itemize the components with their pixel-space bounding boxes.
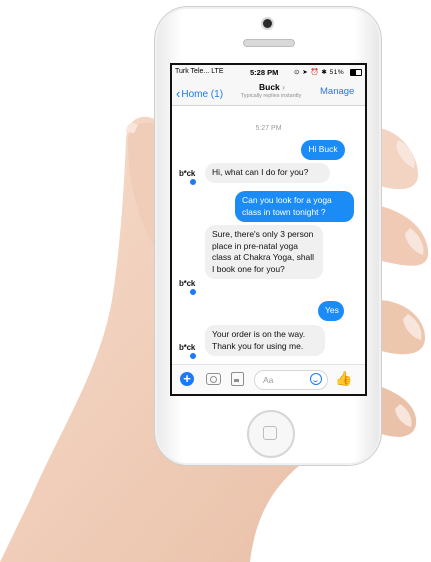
battery-icon: [350, 69, 362, 76]
bot-avatar[interactable]: b*ck: [179, 169, 197, 186]
messenger-badge-icon: [189, 288, 197, 296]
contact-status: Typically replies instantly: [240, 93, 302, 99]
front-camera: [263, 19, 272, 28]
gallery-icon[interactable]: [231, 372, 244, 386]
earpiece-speaker: [243, 39, 295, 47]
plus-icon[interactable]: +: [180, 372, 194, 386]
message-bubble-incoming[interactable]: Hi, what can I do for you?: [205, 163, 330, 183]
home-button[interactable]: [247, 410, 295, 458]
status-icons: ⊙ ➤ ⏰ ✱ 51%: [294, 69, 345, 76]
message-bubble-outgoing[interactable]: Can you look for a yoga class in town to…: [235, 191, 354, 222]
message-bubble-outgoing[interactable]: Yes: [318, 301, 344, 321]
back-button[interactable]: ‹Home (1): [176, 85, 224, 101]
camera-icon[interactable]: [206, 373, 221, 385]
battery-percent: 51%: [329, 69, 345, 76]
message-bubble-outgoing[interactable]: Hi Buck: [301, 140, 345, 160]
messenger-screen: Turk Tele... LTE 5:28 PM ⊙ ➤ ⏰ ✱ 51% ‹Ho…: [170, 63, 367, 396]
message-timestamp: 5:27 PM: [255, 125, 282, 132]
carrier-label: Turk Tele... LTE: [175, 68, 224, 75]
clock: 5:28 PM: [250, 67, 279, 77]
emoji-icon[interactable]: [310, 373, 322, 385]
contact-name[interactable]: Buck ›: [232, 82, 312, 92]
message-bubble-incoming[interactable]: Your order is on the way. Thank you for …: [205, 325, 325, 356]
messenger-badge-icon: [189, 352, 197, 360]
message-bubble-incoming[interactable]: Sure, there's only 3 person place in pre…: [205, 225, 323, 279]
product-photo-scene: Turk Tele... LTE 5:28 PM ⊙ ➤ ⏰ ✱ 51% ‹Ho…: [0, 0, 431, 562]
back-label: Home (1): [181, 89, 224, 100]
thumbs-up-icon[interactable]: 👍: [335, 371, 352, 385]
conversation-header: ‹Home (1) Buck › Typically replies insta…: [172, 79, 365, 106]
message-composer: + Aa 👍: [172, 364, 365, 394]
chevron-right-icon: ›: [282, 82, 285, 92]
bot-avatar[interactable]: b*ck: [179, 343, 197, 360]
bot-avatar[interactable]: b*ck: [179, 279, 197, 296]
status-bar: Turk Tele... LTE 5:28 PM ⊙ ➤ ⏰ ✱ 51%: [172, 65, 365, 79]
chevron-left-icon: ‹: [176, 86, 181, 101]
manage-button[interactable]: Manage: [320, 86, 354, 97]
messenger-badge-icon: [189, 178, 197, 186]
message-input-placeholder: Aa: [263, 375, 274, 385]
